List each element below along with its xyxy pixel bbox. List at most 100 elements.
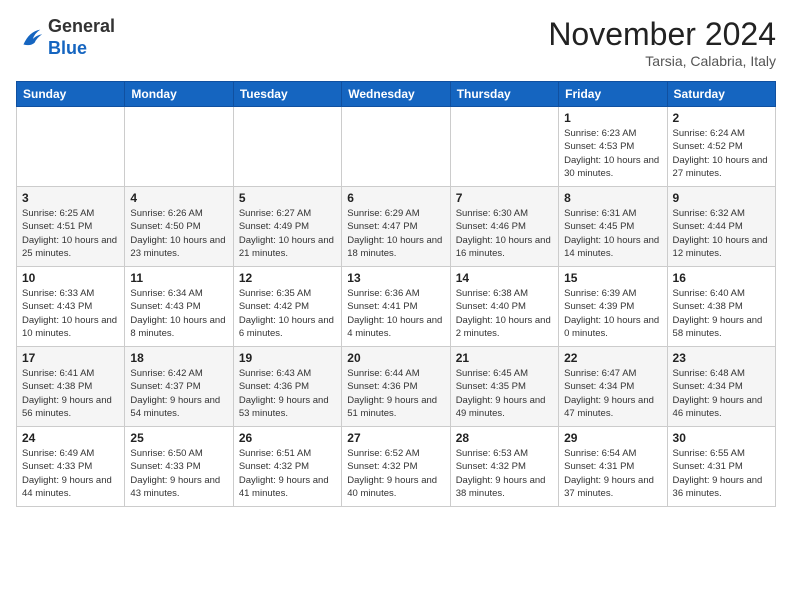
day-cell: 9 Sunrise: 6:32 AM Sunset: 4:44 PM Daylig… — [667, 187, 775, 267]
day-cell: 2 Sunrise: 6:24 AM Sunset: 4:52 PM Daylig… — [667, 107, 775, 187]
day-number: 23 — [673, 351, 770, 365]
day-number: 21 — [456, 351, 553, 365]
day-number: 9 — [673, 191, 770, 205]
location-text: Tarsia, Calabria, Italy — [548, 53, 776, 69]
day-number: 17 — [22, 351, 119, 365]
col-friday: Friday — [559, 82, 667, 107]
day-info: Sunrise: 6:54 AM Sunset: 4:31 PM Dayligh… — [564, 447, 661, 500]
day-number: 4 — [130, 191, 227, 205]
day-number: 10 — [22, 271, 119, 285]
day-info: Sunrise: 6:33 AM Sunset: 4:43 PM Dayligh… — [22, 287, 119, 340]
day-cell: 8 Sunrise: 6:31 AM Sunset: 4:45 PM Daylig… — [559, 187, 667, 267]
logo: General Blue — [16, 16, 115, 59]
day-cell: 19 Sunrise: 6:43 AM Sunset: 4:36 PM Dayli… — [233, 347, 341, 427]
day-cell: 15 Sunrise: 6:39 AM Sunset: 4:39 PM Dayli… — [559, 267, 667, 347]
day-info: Sunrise: 6:39 AM Sunset: 4:39 PM Dayligh… — [564, 287, 661, 340]
day-cell: 26 Sunrise: 6:51 AM Sunset: 4:32 PM Dayli… — [233, 427, 341, 507]
day-info: Sunrise: 6:24 AM Sunset: 4:52 PM Dayligh… — [673, 127, 770, 180]
day-cell: 3 Sunrise: 6:25 AM Sunset: 4:51 PM Daylig… — [17, 187, 125, 267]
day-cell: 1 Sunrise: 6:23 AM Sunset: 4:53 PM Daylig… — [559, 107, 667, 187]
day-info: Sunrise: 6:42 AM Sunset: 4:37 PM Dayligh… — [130, 367, 227, 420]
title-block: November 2024 Tarsia, Calabria, Italy — [548, 16, 776, 69]
day-number: 2 — [673, 111, 770, 125]
day-info: Sunrise: 6:45 AM Sunset: 4:35 PM Dayligh… — [456, 367, 553, 420]
day-number: 1 — [564, 111, 661, 125]
calendar-table: Sunday Monday Tuesday Wednesday Thursday… — [16, 81, 776, 507]
week-row-3: 10 Sunrise: 6:33 AM Sunset: 4:43 PM Dayli… — [17, 267, 776, 347]
day-cell: 4 Sunrise: 6:26 AM Sunset: 4:50 PM Daylig… — [125, 187, 233, 267]
day-cell: 16 Sunrise: 6:40 AM Sunset: 4:38 PM Dayli… — [667, 267, 775, 347]
week-row-1: 1 Sunrise: 6:23 AM Sunset: 4:53 PM Daylig… — [17, 107, 776, 187]
day-cell: 14 Sunrise: 6:38 AM Sunset: 4:40 PM Dayli… — [450, 267, 558, 347]
col-monday: Monday — [125, 82, 233, 107]
day-info: Sunrise: 6:53 AM Sunset: 4:32 PM Dayligh… — [456, 447, 553, 500]
day-number: 15 — [564, 271, 661, 285]
day-number: 24 — [22, 431, 119, 445]
day-number: 22 — [564, 351, 661, 365]
day-info: Sunrise: 6:26 AM Sunset: 4:50 PM Dayligh… — [130, 207, 227, 260]
day-info: Sunrise: 6:25 AM Sunset: 4:51 PM Dayligh… — [22, 207, 119, 260]
day-number: 3 — [22, 191, 119, 205]
day-cell — [17, 107, 125, 187]
day-info: Sunrise: 6:43 AM Sunset: 4:36 PM Dayligh… — [239, 367, 336, 420]
day-number: 26 — [239, 431, 336, 445]
logo-general-text: General — [48, 16, 115, 36]
day-info: Sunrise: 6:52 AM Sunset: 4:32 PM Dayligh… — [347, 447, 444, 500]
day-cell: 24Sunrise: 6:49 AM Sunset: 4:33 PM Dayli… — [17, 427, 125, 507]
day-cell: 12 Sunrise: 6:35 AM Sunset: 4:42 PM Dayli… — [233, 267, 341, 347]
day-cell: 11 Sunrise: 6:34 AM Sunset: 4:43 PM Dayli… — [125, 267, 233, 347]
day-cell: 23 Sunrise: 6:48 AM Sunset: 4:34 PM Dayli… — [667, 347, 775, 427]
day-cell: 17Sunrise: 6:41 AM Sunset: 4:38 PM Dayli… — [17, 347, 125, 427]
day-info: Sunrise: 6:34 AM Sunset: 4:43 PM Dayligh… — [130, 287, 227, 340]
day-cell: 21 Sunrise: 6:45 AM Sunset: 4:35 PM Dayli… — [450, 347, 558, 427]
day-info: Sunrise: 6:23 AM Sunset: 4:53 PM Dayligh… — [564, 127, 661, 180]
day-cell: 25Sunrise: 6:50 AM Sunset: 4:33 PM Dayli… — [125, 427, 233, 507]
day-number: 30 — [673, 431, 770, 445]
col-wednesday: Wednesday — [342, 82, 450, 107]
day-info: Sunrise: 6:40 AM Sunset: 4:38 PM Dayligh… — [673, 287, 770, 340]
day-cell: 28 Sunrise: 6:53 AM Sunset: 4:32 PM Dayli… — [450, 427, 558, 507]
day-number: 8 — [564, 191, 661, 205]
month-title: November 2024 — [548, 16, 776, 53]
day-number: 20 — [347, 351, 444, 365]
day-info: Sunrise: 6:31 AM Sunset: 4:45 PM Dayligh… — [564, 207, 661, 260]
day-cell: 6Sunrise: 6:29 AM Sunset: 4:47 PM Daylig… — [342, 187, 450, 267]
day-number: 12 — [239, 271, 336, 285]
day-number: 19 — [239, 351, 336, 365]
col-sunday: Sunday — [17, 82, 125, 107]
calendar-body: 1 Sunrise: 6:23 AM Sunset: 4:53 PM Daylig… — [17, 107, 776, 507]
day-info: Sunrise: 6:44 AM Sunset: 4:36 PM Dayligh… — [347, 367, 444, 420]
day-info: Sunrise: 6:50 AM Sunset: 4:33 PM Dayligh… — [130, 447, 227, 500]
day-cell — [342, 107, 450, 187]
day-info: Sunrise: 6:38 AM Sunset: 4:40 PM Dayligh… — [456, 287, 553, 340]
calendar-header: Sunday Monday Tuesday Wednesday Thursday… — [17, 82, 776, 107]
day-cell: 27Sunrise: 6:52 AM Sunset: 4:32 PM Dayli… — [342, 427, 450, 507]
logo-blue-text: Blue — [48, 38, 87, 58]
day-info: Sunrise: 6:27 AM Sunset: 4:49 PM Dayligh… — [239, 207, 336, 260]
day-cell: 10 Sunrise: 6:33 AM Sunset: 4:43 PM Dayli… — [17, 267, 125, 347]
col-thursday: Thursday — [450, 82, 558, 107]
day-number: 5 — [239, 191, 336, 205]
day-info: Sunrise: 6:51 AM Sunset: 4:32 PM Dayligh… — [239, 447, 336, 500]
week-row-4: 17Sunrise: 6:41 AM Sunset: 4:38 PM Dayli… — [17, 347, 776, 427]
day-number: 14 — [456, 271, 553, 285]
day-cell: 22Sunrise: 6:47 AM Sunset: 4:34 PM Dayli… — [559, 347, 667, 427]
day-info: Sunrise: 6:55 AM Sunset: 4:31 PM Dayligh… — [673, 447, 770, 500]
day-info: Sunrise: 6:30 AM Sunset: 4:46 PM Dayligh… — [456, 207, 553, 260]
day-info: Sunrise: 6:32 AM Sunset: 4:44 PM Dayligh… — [673, 207, 770, 260]
day-cell: 29Sunrise: 6:54 AM Sunset: 4:31 PM Dayli… — [559, 427, 667, 507]
day-cell — [450, 107, 558, 187]
day-info: Sunrise: 6:35 AM Sunset: 4:42 PM Dayligh… — [239, 287, 336, 340]
week-row-5: 24Sunrise: 6:49 AM Sunset: 4:33 PM Dayli… — [17, 427, 776, 507]
day-number: 28 — [456, 431, 553, 445]
day-cell: 13Sunrise: 6:36 AM Sunset: 4:41 PM Dayli… — [342, 267, 450, 347]
day-number: 11 — [130, 271, 227, 285]
day-number: 16 — [673, 271, 770, 285]
day-cell — [233, 107, 341, 187]
day-number: 7 — [456, 191, 553, 205]
day-number: 6 — [347, 191, 444, 205]
day-cell: 30 Sunrise: 6:55 AM Sunset: 4:31 PM Dayli… — [667, 427, 775, 507]
header-row: Sunday Monday Tuesday Wednesday Thursday… — [17, 82, 776, 107]
day-info: Sunrise: 6:48 AM Sunset: 4:34 PM Dayligh… — [673, 367, 770, 420]
page-header: General Blue November 2024 Tarsia, Calab… — [16, 16, 776, 69]
